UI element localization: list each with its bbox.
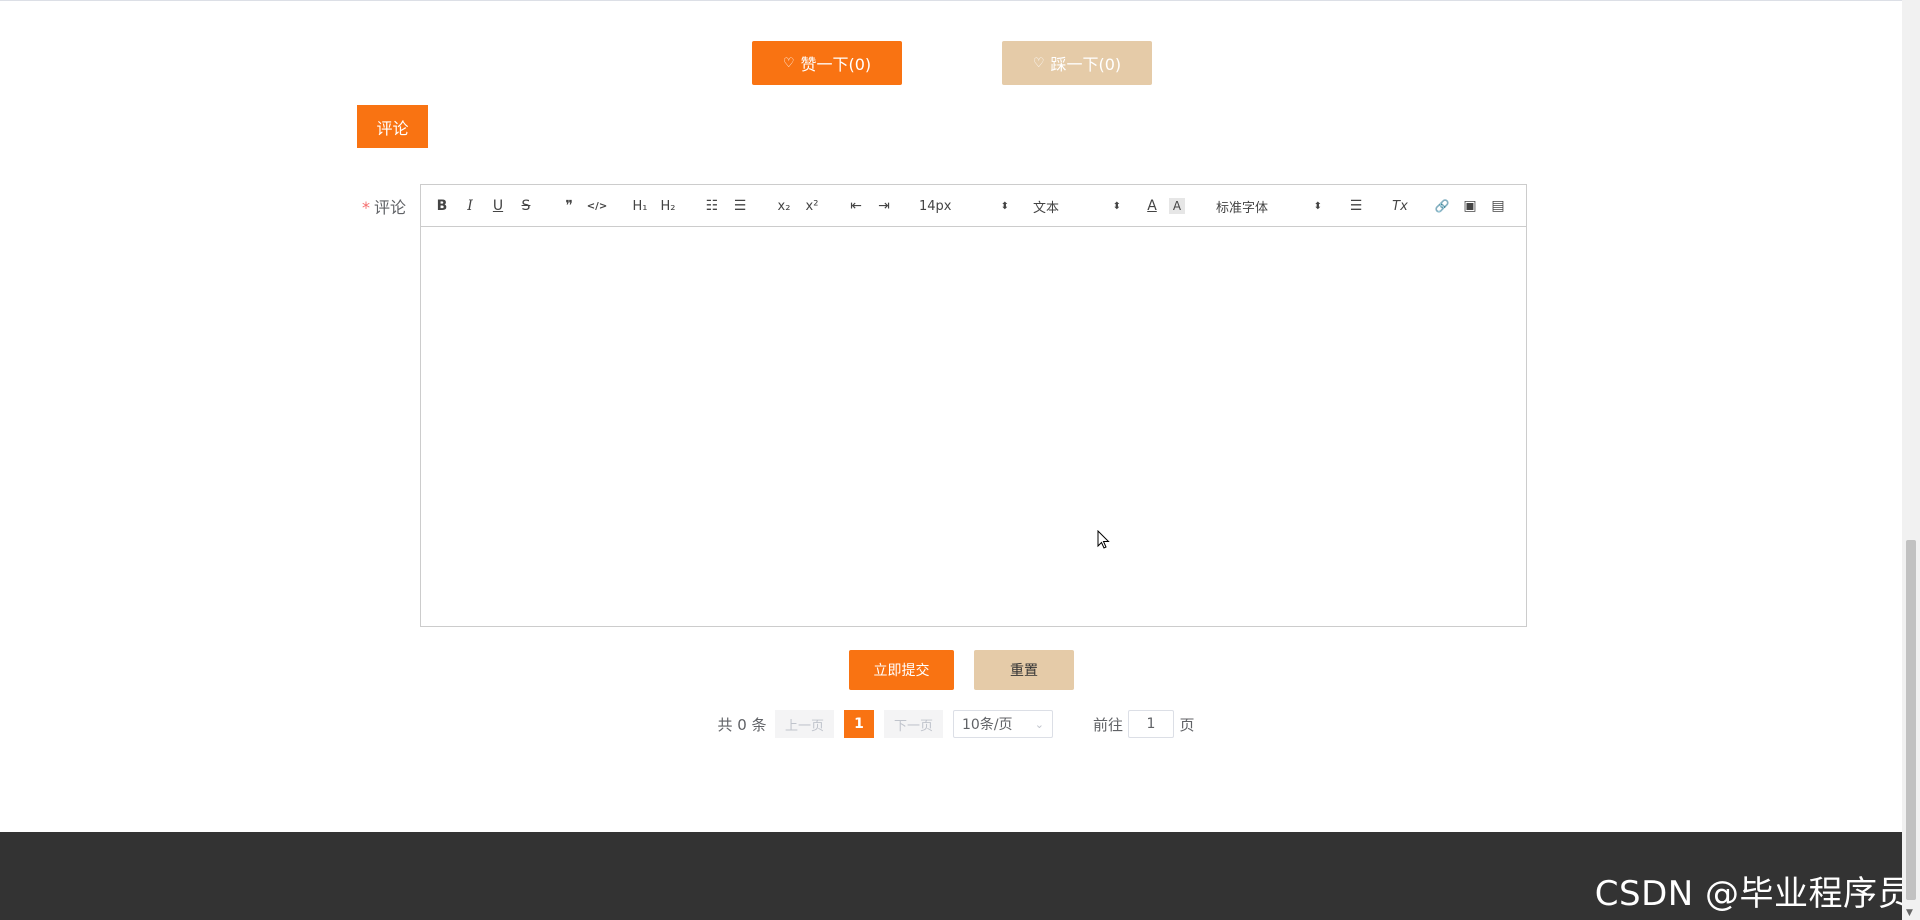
header-value: 文本 bbox=[1033, 200, 1060, 216]
select-arrow-icon: ⬍ bbox=[1313, 200, 1322, 212]
align-icon[interactable]: ☰ bbox=[1345, 195, 1367, 217]
outdent-icon[interactable]: ⇤ bbox=[845, 195, 867, 217]
ordered-list-icon[interactable]: ☷ bbox=[701, 195, 723, 217]
goto-label: 前往 bbox=[1092, 715, 1123, 734]
watermark: CSDN @毕业程序员 bbox=[1594, 874, 1912, 914]
indent-icon[interactable]: ⇥ bbox=[873, 195, 895, 217]
header-1-icon[interactable]: H₁ bbox=[629, 195, 651, 217]
strikethrough-icon[interactable]: S bbox=[515, 195, 537, 217]
goto-page-input[interactable]: 1 bbox=[1128, 710, 1174, 738]
thumbs-down-icon: ♡ bbox=[1032, 55, 1045, 71]
font-family-select[interactable]: 标准字体 ⬍ bbox=[1216, 195, 1322, 217]
thumbs-up-icon: ♡ bbox=[782, 55, 795, 71]
reset-button[interactable]: 重置 bbox=[974, 650, 1074, 690]
page-size-value: 10条/页 bbox=[962, 717, 1013, 733]
dislike-button[interactable]: ♡ 踩一下(0) bbox=[1002, 41, 1152, 85]
chevron-down-icon: ⌄ bbox=[1034, 717, 1044, 731]
italic-icon[interactable]: I bbox=[459, 195, 481, 217]
select-arrow-icon: ⬍ bbox=[1112, 200, 1121, 212]
like-label: 赞一下(0) bbox=[800, 55, 872, 74]
editor-content-area[interactable] bbox=[421, 228, 1526, 626]
code-block-icon[interactable]: </> bbox=[586, 195, 608, 217]
required-mark: * bbox=[362, 198, 370, 217]
prev-page-button[interactable]: 上一页 bbox=[775, 710, 834, 738]
dislike-label: 踩一下(0) bbox=[1050, 55, 1122, 74]
page-number-1[interactable]: 1 bbox=[844, 710, 874, 738]
image-icon[interactable]: ▣ bbox=[1459, 195, 1481, 217]
comment-label-text: 评论 bbox=[374, 198, 407, 217]
submit-button[interactable]: 立即提交 bbox=[849, 650, 954, 690]
font-size-select[interactable]: 14px ⬍ bbox=[919, 195, 1009, 217]
underline-icon[interactable]: U bbox=[487, 195, 509, 217]
text-color-icon[interactable]: A bbox=[1141, 195, 1163, 217]
pagination-total: 共 0 条 bbox=[717, 715, 767, 734]
clear-format-icon[interactable]: Tx bbox=[1389, 195, 1411, 217]
select-arrow-icon: ⬍ bbox=[1000, 200, 1009, 212]
link-icon[interactable]: 🔗 bbox=[1431, 195, 1453, 217]
bold-icon[interactable]: B bbox=[431, 195, 453, 217]
rich-text-editor: B I U S ❞ </> H₁ H₂ ☷ ☰ x₂ x² ⇤ ⇥ 14px ⬍… bbox=[420, 184, 1527, 627]
header-2-icon[interactable]: H₂ bbox=[657, 195, 679, 217]
like-button[interactable]: ♡ 赞一下(0) bbox=[752, 41, 902, 85]
pagination: 共 0 条 上一页 1 下一页 10条/页 ⌄ 前往 1 页 bbox=[0, 710, 1920, 738]
editor-toolbar: B I U S ❞ </> H₁ H₂ ☷ ☰ x₂ x² ⇤ ⇥ 14px ⬍… bbox=[421, 185, 1526, 227]
scroll-down-arrow-icon[interactable]: ▼ bbox=[1906, 908, 1913, 918]
comment-field-label: * 评论 bbox=[362, 194, 406, 218]
scrollbar-thumb[interactable] bbox=[1906, 540, 1916, 900]
comment-tab[interactable]: 评论 bbox=[357, 105, 428, 148]
video-icon[interactable]: ▤ bbox=[1487, 195, 1509, 217]
goto-suffix: 页 bbox=[1179, 715, 1195, 734]
header-select[interactable]: 文本 ⬍ bbox=[1033, 195, 1121, 217]
font-size-value: 14px bbox=[919, 198, 952, 214]
superscript-icon[interactable]: x² bbox=[801, 195, 823, 217]
font-family-value: 标准字体 bbox=[1216, 200, 1269, 216]
blockquote-icon[interactable]: ❞ bbox=[558, 195, 580, 217]
next-page-button[interactable]: 下一页 bbox=[884, 710, 943, 738]
mouse-cursor-icon bbox=[1097, 530, 1110, 549]
vertical-scrollbar[interactable]: ▼ bbox=[1902, 0, 1920, 920]
bullet-list-icon[interactable]: ☰ bbox=[729, 195, 751, 217]
page-size-select[interactable]: 10条/页 ⌄ bbox=[953, 710, 1053, 738]
subscript-icon[interactable]: x₂ bbox=[773, 195, 795, 217]
top-divider bbox=[0, 0, 1902, 1]
background-color-icon[interactable]: A bbox=[1169, 198, 1185, 214]
